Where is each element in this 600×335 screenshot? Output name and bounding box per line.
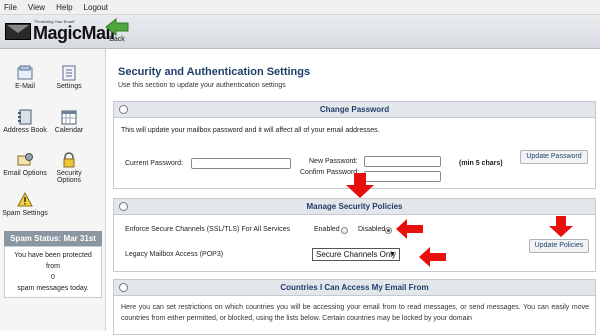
enabled-radio[interactable]: [341, 227, 348, 234]
legacy-pop3-label: Legacy Mailbox Access (POP3): [125, 251, 224, 258]
lock-icon: [63, 152, 75, 168]
sidebar-item-spam-settings[interactable]: Spam Settings: [2, 192, 48, 217]
sidebar-item-label: Calendar: [54, 127, 84, 134]
sidebar-item-label: Security Options: [56, 170, 82, 184]
menu-logout[interactable]: Logout: [84, 3, 108, 12]
legacy-pop3-select[interactable]: Secure Channels Only ▼: [312, 248, 400, 261]
countries-title: Countries I Can Access My Email From: [280, 283, 429, 292]
sidebar-item-label: Address Book: [3, 127, 47, 134]
menu-bar: File View Help Logout: [0, 0, 600, 15]
confirm-password-input[interactable]: [364, 171, 441, 182]
dropdown-arrow-icon: ▼: [389, 251, 396, 258]
collapse-icon[interactable]: [119, 105, 128, 114]
change-password-header[interactable]: Change Password: [114, 102, 595, 118]
collapse-icon[interactable]: [119, 283, 128, 292]
back-arrow-icon: [105, 18, 129, 36]
disabled-radio[interactable]: [385, 227, 392, 234]
current-password-input[interactable]: [191, 158, 291, 169]
email-icon: [17, 65, 33, 80]
annotation-arrow-down-icon: [346, 173, 374, 198]
menu-view[interactable]: View: [28, 3, 45, 12]
sidebar-item-label: Email Options: [3, 170, 47, 177]
page-title: Security and Authentication Settings: [118, 66, 311, 78]
spam-warning-icon: [17, 192, 33, 207]
countries-description: Here you can set restrictions on which c…: [121, 304, 589, 322]
security-policies-title: Manage Security Policies: [306, 202, 403, 211]
annotation-arrow-down-icon: [549, 216, 573, 237]
enabled-label: Enabled: [314, 226, 340, 233]
page-subtitle: Use this section to update your authenti…: [118, 82, 286, 89]
menu-file[interactable]: File: [4, 3, 17, 12]
enforce-ssl-label: Enforce Secure Channels (SSL/TLS) For Al…: [125, 226, 290, 233]
sidebar-item-address-book[interactable]: Address Book: [2, 109, 48, 134]
radio-selected-dot: [387, 229, 390, 232]
annotation-arrow-left-icon: [396, 219, 423, 239]
new-password-input[interactable]: [364, 156, 441, 167]
countries-header[interactable]: Countries I Can Access My Email From: [114, 280, 595, 296]
disabled-label: Disabled: [358, 226, 386, 233]
security-policies-header[interactable]: Manage Security Policies: [114, 199, 595, 215]
envelope-logo-icon: [5, 23, 31, 40]
toolbar: "Protecting Your Email" MagicMail™ Back: [0, 15, 600, 49]
spam-status-body: You have been protected from 0 spam mess…: [4, 246, 102, 298]
spam-status-title: Spam Status: Mar 31st: [4, 231, 102, 246]
sidebar: E-Mail Settings Address Book Calendar Em…: [0, 49, 106, 331]
current-password-label: Current Password:: [125, 160, 183, 167]
main-content: Security and Authentication Settings Use…: [113, 49, 600, 335]
spam-status-line2: spam messages today.: [17, 285, 89, 292]
back-button[interactable]: Back: [104, 18, 130, 43]
spam-status-line1: You have been protected from: [14, 252, 92, 270]
spam-status-panel: Spam Status: Mar 31st You have been prot…: [4, 231, 102, 298]
sidebar-item-email-options[interactable]: Email Options: [2, 152, 48, 177]
collapse-icon[interactable]: [119, 202, 128, 211]
annotation-arrow-left-icon: [419, 247, 446, 267]
address-book-icon: [18, 109, 32, 125]
menu-help[interactable]: Help: [56, 3, 72, 12]
new-password-label: New Password:: [309, 158, 358, 165]
back-label: Back: [109, 36, 125, 43]
password-hint: (min 5 chars): [459, 160, 503, 167]
email-options-icon: [17, 153, 33, 166]
security-policies-section: Manage Security Policies Enforce Secure …: [113, 198, 596, 272]
update-policies-button[interactable]: Update Policies: [529, 239, 589, 253]
countries-section: Countries I Can Access My Email From Her…: [113, 279, 596, 335]
calendar-icon: [61, 110, 77, 125]
change-password-description: This will update your mailbox password a…: [121, 127, 380, 134]
settings-icon: [62, 65, 76, 81]
sidebar-item-label: E-Mail: [15, 83, 35, 90]
sidebar-item-calendar[interactable]: Calendar: [46, 109, 92, 134]
legacy-pop3-value: Secure Channels Only: [316, 250, 397, 259]
sidebar-item-settings[interactable]: Settings: [46, 65, 92, 90]
change-password-title: Change Password: [319, 105, 390, 114]
sidebar-item-label: Spam Settings: [2, 210, 48, 217]
update-password-button[interactable]: Update Password: [520, 150, 588, 164]
sidebar-item-email[interactable]: E-Mail: [2, 65, 48, 90]
sidebar-item-security-options[interactable]: Security Options: [46, 152, 92, 184]
spam-count: 0: [51, 274, 55, 281]
sidebar-item-label: Settings: [56, 83, 82, 90]
